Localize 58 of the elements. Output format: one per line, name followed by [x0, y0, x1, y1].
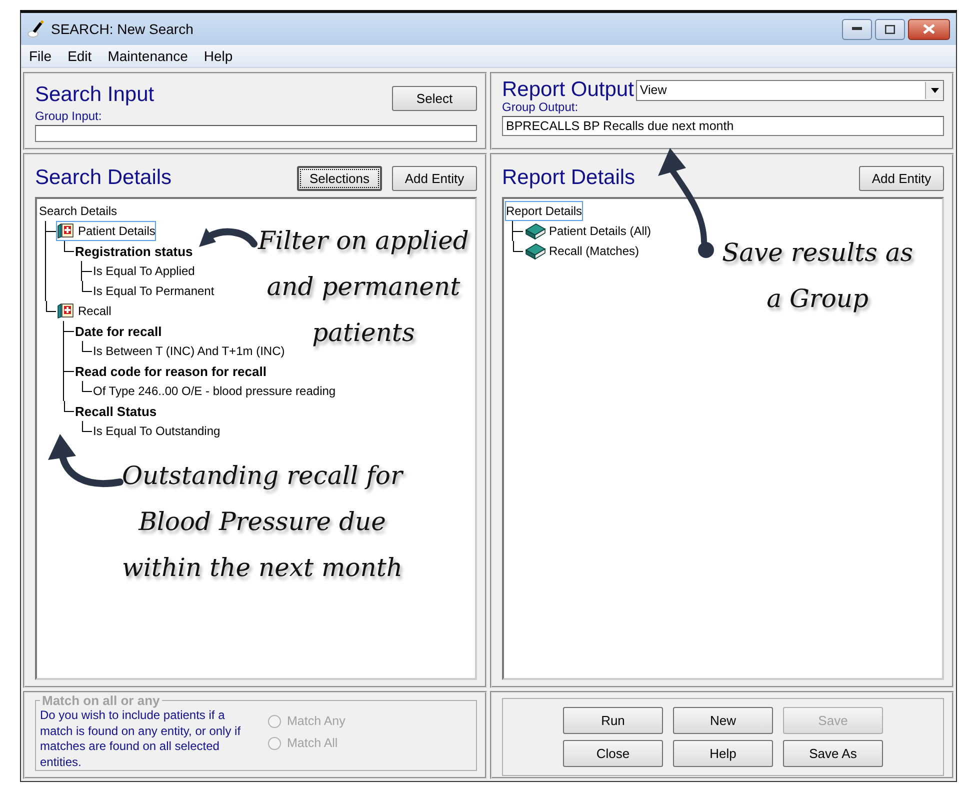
tree-item[interactable]: Patient Details (All)	[523, 221, 652, 241]
dropdown-arrow-icon	[930, 88, 938, 92]
book-icon	[524, 222, 546, 240]
group-output-field[interactable]: BPRECALLS BP Recalls due next month	[502, 116, 944, 136]
annotation-text: Filter on applied	[258, 226, 469, 255]
annotation-text: patients	[312, 318, 415, 347]
section-title: Report Output	[502, 78, 634, 102]
book-icon	[57, 223, 75, 239]
menu-item[interactable]: File	[23, 47, 58, 65]
minimize-icon	[852, 27, 862, 31]
section-title: Report Details	[502, 166, 636, 190]
criterion-label[interactable]: Date for recall	[74, 321, 163, 341]
maximize-button[interactable]	[875, 18, 905, 40]
action-button[interactable]: Save As	[783, 740, 883, 767]
action-button[interactable]: New	[673, 707, 773, 734]
criterion-label[interactable]: Registration status	[74, 241, 194, 261]
condition-label[interactable]: Is Equal To Applied	[92, 261, 196, 281]
menu-item[interactable]: Help	[198, 47, 239, 65]
select-button[interactable]: Select	[392, 86, 477, 111]
annotation-text: within the next month	[122, 553, 402, 582]
annotation-text: Blood Pressure due	[138, 507, 386, 536]
section-title: Search Input	[35, 82, 154, 106]
annotation-text: Save results as	[722, 238, 914, 267]
app-icon	[27, 20, 45, 38]
menu-item[interactable]: Maintenance	[102, 47, 194, 65]
tree-item[interactable]: Recall (Matches)	[523, 241, 640, 261]
criterion-label[interactable]: Read code for reason for recall	[74, 361, 268, 381]
criterion-label[interactable]: Recall Status	[74, 401, 158, 421]
output-dropdown[interactable]: View	[636, 80, 944, 100]
condition-label[interactable]: Is Equal To Permanent	[92, 281, 216, 301]
condition-label[interactable]: Is Equal To Outstanding	[92, 421, 222, 441]
group-description: Do you wish to include patients if a match is found on any entity, or only if matches are found on all selected entities.	[40, 708, 242, 766]
action-button[interactable]: Close	[563, 740, 663, 767]
section-title: Search Details	[35, 166, 172, 190]
minimize-button[interactable]	[842, 18, 872, 40]
annotation-text: Outstanding recall for	[122, 461, 402, 490]
tree-root[interactable]: Report Details	[505, 201, 584, 221]
tree-root[interactable]: Search Details	[38, 201, 118, 221]
action-button[interactable]: Run	[563, 707, 663, 734]
panel-button[interactable]: Add Entity	[859, 166, 944, 190]
panel-button[interactable]: Add Entity	[392, 166, 477, 190]
group-input-field[interactable]	[35, 125, 477, 142]
window-title: SEARCH: New Search	[51, 21, 194, 37]
close-icon	[923, 24, 935, 34]
field-label: Group Input:	[35, 109, 103, 123]
book-icon	[524, 242, 546, 260]
annotation-text: and permanent	[266, 272, 460, 301]
close-button[interactable]	[908, 18, 950, 40]
maximize-icon	[885, 24, 895, 34]
annotation-text: a Group	[766, 284, 869, 313]
panel-button[interactable]: Selections	[297, 166, 382, 190]
field-label: Group Output:	[502, 100, 578, 114]
condition-label[interactable]: Is Between T (INC) And T+1m (INC)	[92, 341, 286, 361]
tree-item[interactable]: Recall	[56, 301, 112, 321]
menu-item[interactable]: Edit	[62, 47, 98, 65]
condition-label[interactable]: Of Type 246..00 O/E - blood pressure reading	[92, 381, 337, 401]
group-title: Match on all or any	[41, 693, 161, 708]
action-button[interactable]: Help	[673, 740, 773, 767]
